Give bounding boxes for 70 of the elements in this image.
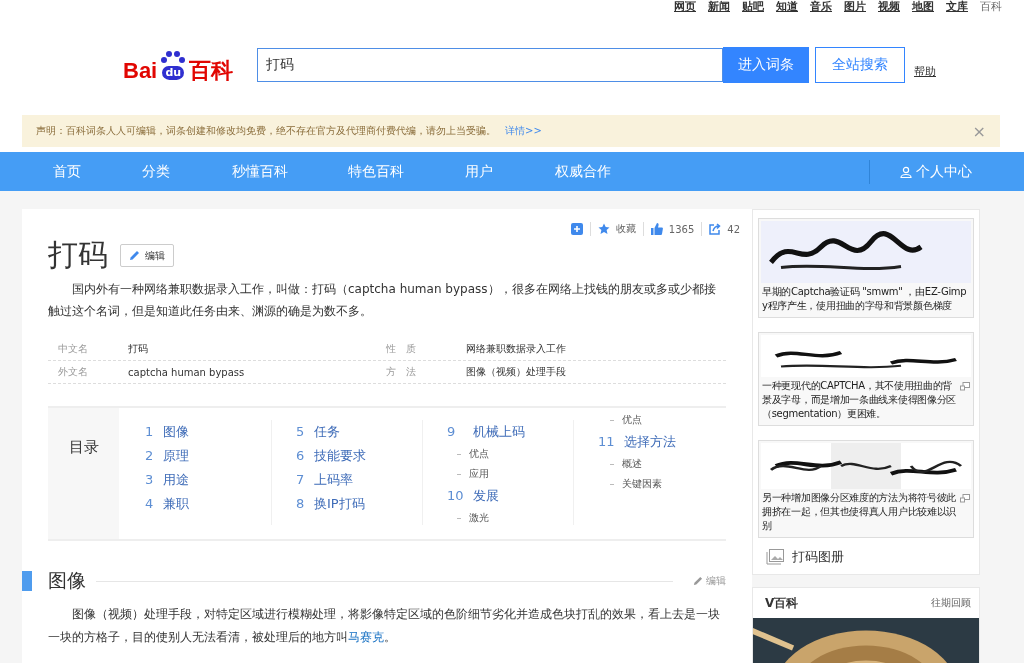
favorite-button[interactable]: 收藏 — [597, 222, 636, 236]
share-button[interactable]: 42 — [709, 223, 740, 235]
info-label: 外文名 — [57, 365, 89, 379]
toc-item[interactable]: 1 图像 — [145, 420, 271, 444]
enlarge-icon[interactable] — [960, 494, 970, 503]
toc-item[interactable]: 8 换IP打码 — [296, 492, 422, 516]
edit-link[interactable]: 编辑 — [693, 574, 726, 588]
section-heading: 图像 — [48, 568, 86, 593]
figure-caption: 早期的Captcha验证码 "smwm" ，由EZ-Gimpy程序产生，使用扭曲的字母和背景颜色梯度 — [762, 285, 968, 313]
site-search-button[interactable]: 全站搜索 — [815, 47, 905, 83]
top-link[interactable]: 百科 — [980, 0, 1002, 14]
pencil-icon — [693, 576, 703, 586]
info-label: 中文名 — [57, 342, 89, 356]
top-link[interactable]: 视频 — [878, 0, 900, 14]
summary-paragraph: 国内外有一种网络兼职数据录入工作，叫做：打码（captcha human bypass），很多在网络上找钱的朋友或多或少都接触过这个名词，但是知道此任务由来、渊源的确是为数不多。 — [48, 281, 717, 320]
toc-item[interactable]: 10 发展 — [447, 484, 573, 508]
album-link[interactable]: 打码图册 — [766, 548, 974, 566]
mosaic-link[interactable]: 马赛克 — [348, 630, 384, 644]
section-marker — [22, 571, 32, 591]
info-label: 性 质 — [386, 342, 417, 356]
top-link[interactable]: 文库 — [946, 0, 968, 14]
toc-subitem[interactable]: 优点 — [598, 410, 724, 430]
logo[interactable]: Bai du 百科 — [123, 47, 257, 83]
top-link[interactable]: 图片 — [844, 0, 866, 14]
star-icon — [597, 223, 610, 235]
info-value: captcha human bypass — [128, 366, 246, 378]
top-link[interactable]: 网页 — [674, 0, 696, 14]
help-link[interactable]: 帮助 — [914, 63, 936, 79]
add-icon[interactable] — [570, 223, 583, 235]
notice-text: 声明：百科词条人人可编辑，词条创建和修改均免费，绝不存在官方及代理商付费代编，请勿上当受骗。 — [36, 124, 496, 138]
toc-item[interactable]: 3 用途 — [145, 468, 271, 492]
toc-item[interactable]: 9 机械上码 — [447, 420, 573, 444]
toc-subitem[interactable]: 概述 — [598, 454, 724, 474]
info-value: 网络兼职数据录入工作 — [466, 342, 567, 356]
like-button[interactable]: 1365 — [650, 223, 695, 235]
toc-item[interactable]: 6 技能要求 — [296, 444, 422, 468]
figure-caption: 一种更现代的CAPTCHA，其不使用扭曲的背景及字母，而是增加一条曲线来使得图像分区（segmentation）更困难。 — [762, 379, 957, 421]
toc-subitem[interactable]: 优点 — [447, 444, 573, 464]
info-value: 图像（视频）处理手段 — [466, 365, 567, 379]
toc-item[interactable]: 7 上码率 — [296, 468, 422, 492]
section-paragraph: 图像（视频）处理手段，对特定区域进行模糊处理，将影像特定区域的色阶细节劣化并造成色块打乱的效果，看上去是一块一块的方格子，目的使别人无法看清，被处理后的地方叫马赛克。 — [48, 606, 721, 646]
figure-caption: 另一种增加图像分区难度的方法为将符号彼此拥挤在一起，但其也使得真人用户比较难以识别 — [762, 491, 957, 533]
image-icon — [766, 549, 784, 565]
toc-item[interactable]: 2 原理 — [145, 444, 271, 468]
top-link[interactable]: 音乐 — [810, 0, 832, 14]
v-baike-heading: V百科 — [765, 594, 799, 612]
pencil-icon — [129, 250, 140, 261]
toc-item[interactable]: 4 兼职 — [145, 492, 271, 516]
toc-item[interactable]: 5 任务 — [296, 420, 422, 444]
details-link[interactable]: 详情>> — [505, 124, 542, 138]
top-link[interactable]: 地图 — [912, 0, 934, 14]
top-link[interactable]: 贴吧 — [742, 0, 764, 14]
past-issues-link[interactable]: 往期回顾 — [931, 596, 971, 610]
share-icon — [709, 223, 722, 235]
toc-heading: 目录 — [68, 438, 99, 458]
toc-item[interactable]: 11 选择方法 — [598, 430, 724, 454]
entry-title: 打码 — [48, 236, 108, 274]
user-icon — [900, 165, 912, 178]
info-value: 打码 — [128, 342, 149, 356]
enter-entry-button[interactable]: 进入词条 — [723, 47, 809, 83]
info-label: 方 法 — [386, 365, 417, 379]
enlarge-icon[interactable] — [960, 382, 970, 391]
toc-subitem[interactable]: 应用 — [447, 464, 573, 484]
thumbs-up-icon — [650, 223, 663, 235]
search-field[interactable]: 打码 — [257, 48, 723, 82]
edit-button[interactable]: 编辑 — [120, 244, 174, 267]
top-link[interactable]: 知道 — [776, 0, 798, 14]
top-link[interactable]: 新闻 — [708, 0, 730, 14]
toc-subitem[interactable]: 关键因素 — [598, 474, 724, 494]
toc-subitem[interactable]: 激光 — [447, 508, 573, 528]
